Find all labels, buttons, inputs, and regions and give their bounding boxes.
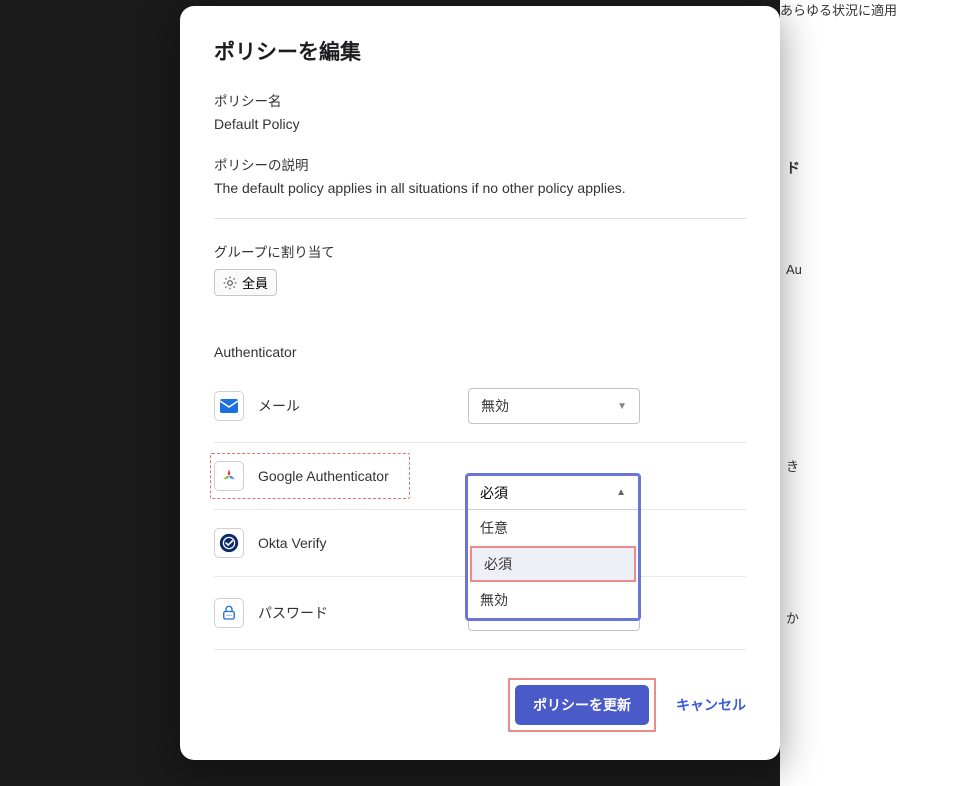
policy-name-block: ポリシー名 Default Policy	[214, 90, 746, 132]
mail-icon	[214, 391, 244, 421]
dropdown-option-required[interactable]: 必須	[470, 546, 636, 582]
highlight-annotation: ポリシーを更新	[508, 678, 656, 732]
update-policy-button[interactable]: ポリシーを更新	[515, 685, 649, 725]
policy-desc-block: ポリシーの説明 The default policy applies in al…	[214, 154, 746, 196]
gear-icon	[223, 276, 237, 290]
google-authenticator-icon	[214, 461, 244, 491]
dropdown-selected-head[interactable]: 必須 ▲	[468, 476, 638, 510]
background-page: あらゆる状況に適用 ド Au き か	[780, 0, 960, 786]
authenticator-name: パスワード	[258, 603, 468, 623]
chevron-down-icon: ▼	[617, 401, 627, 412]
policy-desc-label: ポリシーの説明	[214, 154, 746, 174]
password-icon: ****	[214, 598, 244, 628]
policy-name-value: Default Policy	[214, 116, 746, 132]
policy-desc-value: The default policy applies in all situat…	[214, 180, 746, 196]
modal-footer: ポリシーを更新 キャンセル	[214, 678, 746, 732]
mail-status-select[interactable]: 無効 ▼	[468, 388, 640, 424]
bg-text: き	[786, 456, 799, 475]
chevron-up-icon: ▲	[616, 487, 626, 498]
authenticator-name: Okta Verify	[258, 535, 468, 551]
bg-text: か	[786, 608, 799, 627]
bg-text: ド	[786, 158, 800, 178]
authenticator-name: Google Authenticator	[258, 468, 468, 484]
chip-label: 全員	[242, 273, 268, 292]
group-chip-everyone[interactable]: 全員	[214, 269, 277, 296]
okta-verify-icon	[214, 528, 244, 558]
divider	[214, 218, 746, 219]
cancel-button[interactable]: キャンセル	[676, 695, 746, 715]
policy-name-label: ポリシー名	[214, 90, 746, 110]
bg-text: あらゆる状況に適用	[780, 0, 897, 19]
select-value: 無効	[481, 396, 509, 416]
dropdown-option-optional[interactable]: 任意	[468, 510, 638, 546]
bg-text: Au	[786, 262, 802, 277]
select-value: 必須	[480, 483, 508, 503]
authenticator-row-google: Google Authenticator 必須 ▲ 任意 必須 無効	[214, 443, 746, 510]
authenticator-row-mail: メール 無効 ▼	[214, 370, 746, 443]
dropdown-option-disabled[interactable]: 無効	[468, 582, 638, 618]
group-assign-label: グループに割り当て	[214, 241, 746, 261]
svg-text:****: ****	[226, 614, 232, 618]
edit-policy-modal: ポリシーを編集 ポリシー名 Default Policy ポリシーの説明 The…	[180, 6, 780, 760]
modal-title: ポリシーを編集	[214, 36, 746, 66]
google-status-dropdown: 必須 ▲ 任意 必須 無効	[465, 473, 641, 621]
authenticator-section-label: Authenticator	[214, 344, 746, 360]
authenticator-name: メール	[258, 396, 468, 416]
